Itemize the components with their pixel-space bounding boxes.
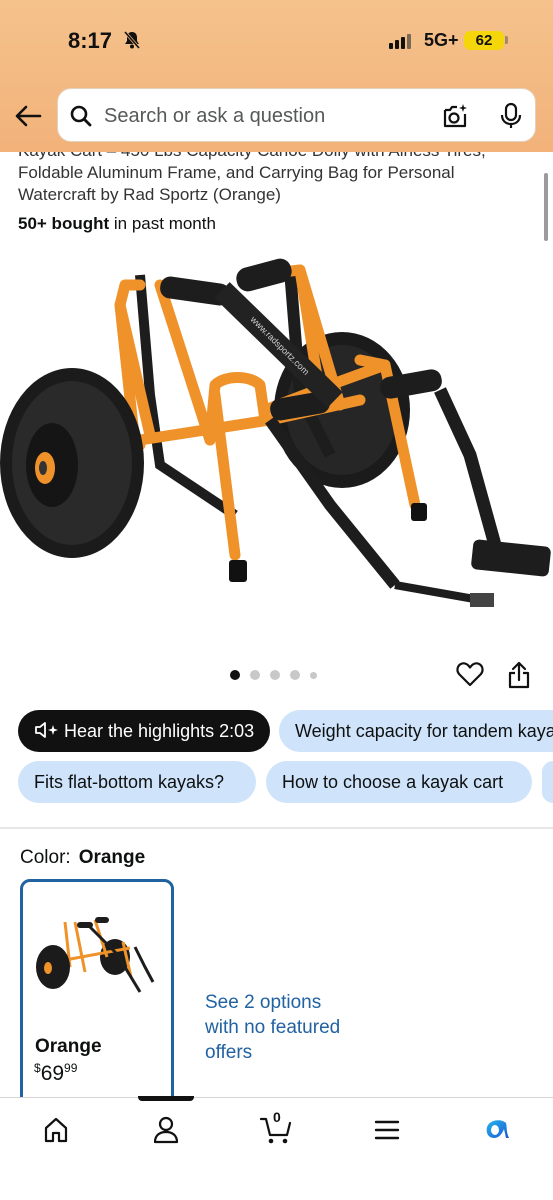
question-chip-choose-cart[interactable]: How to choose a kayak cart [266, 761, 532, 803]
color-selected: Orange [78, 847, 146, 868]
hear-highlights-label: Hear the highlights 2:03 [64, 721, 255, 741]
silent-bell-icon [123, 31, 141, 49]
price-whole: 69 [40, 1062, 65, 1085]
bottom-nav: 0 [0, 1096, 553, 1200]
battery-tip [505, 36, 508, 44]
price-fraction: 99 [64, 1061, 78, 1075]
menu-icon [374, 1120, 400, 1140]
question-chip-label: Weight capacity for tandem kayaks? [295, 721, 553, 741]
bought-rest: in past month [109, 214, 216, 233]
search-icon [70, 105, 92, 127]
status-time: 8:17 [68, 28, 113, 53]
product-image[interactable]: www.radsportz.com [0, 245, 553, 645]
hear-highlights-button[interactable]: Hear the highlights 2:03 [18, 710, 270, 752]
see-options-link[interactable]: See 2 options with no featured offers [205, 990, 345, 1065]
network-type: 5G+ [424, 30, 459, 50]
question-chip-label: How to choose a kayak cart [282, 772, 504, 792]
search-bar[interactable] [57, 88, 536, 142]
microphone-icon[interactable] [499, 102, 523, 130]
search-input[interactable] [104, 100, 424, 132]
bought-count: 50+ bought in past month [18, 214, 216, 234]
carousel-dot[interactable] [230, 670, 240, 680]
battery-icon: 62 [464, 31, 504, 50]
carousel-dot[interactable] [250, 670, 260, 680]
nav-rufus[interactable] [475, 1112, 519, 1148]
camera-lens-icon[interactable] [441, 102, 469, 130]
image-carousel-dots[interactable] [230, 670, 317, 680]
color-label-text: Color: [20, 847, 71, 868]
nav-menu[interactable] [365, 1112, 409, 1148]
signal-icon [389, 33, 411, 49]
active-tab-indicator [138, 1096, 194, 1101]
share-icon[interactable] [507, 660, 531, 690]
question-chip-more[interactable] [542, 761, 553, 803]
swatch-price: $6999 [34, 1061, 78, 1086]
back-arrow-icon[interactable] [12, 100, 44, 132]
carousel-dot[interactable] [270, 670, 280, 680]
price-currency: $ [34, 1061, 41, 1075]
carousel-dot[interactable] [290, 670, 300, 680]
scrollbar[interactable] [544, 173, 548, 241]
color-swatch-orange[interactable]: Orange $6999 [20, 879, 174, 1119]
home-icon [44, 1117, 68, 1143]
heart-icon[interactable] [456, 661, 484, 687]
question-chip-label: Fits flat-bottom kayaks? [34, 772, 225, 792]
carousel-dot[interactable] [310, 671, 317, 679]
swatch-product-thumbnail [36, 917, 155, 993]
account-icon [153, 1116, 179, 1144]
bought-strong: 50+ bought [18, 214, 110, 233]
status-bar: 8:17 5G+ 62 [0, 0, 553, 80]
question-chip-flat-bottom[interactable]: Fits flat-bottom kayaks? [18, 761, 256, 803]
nav-home[interactable] [34, 1112, 78, 1148]
question-chip-tandem[interactable]: Weight capacity for tandem kayaks? [279, 710, 553, 752]
app-header: 8:17 5G+ 62 [0, 0, 553, 152]
swatch-name: Orange [35, 1036, 102, 1057]
rufus-icon [486, 1120, 509, 1138]
speaker-sparkle-icon [35, 722, 58, 739]
section-divider [0, 827, 553, 829]
nav-account[interactable] [144, 1112, 188, 1148]
cart-count: 0 [273, 1109, 281, 1125]
color-label: Color: Orange [20, 847, 145, 869]
